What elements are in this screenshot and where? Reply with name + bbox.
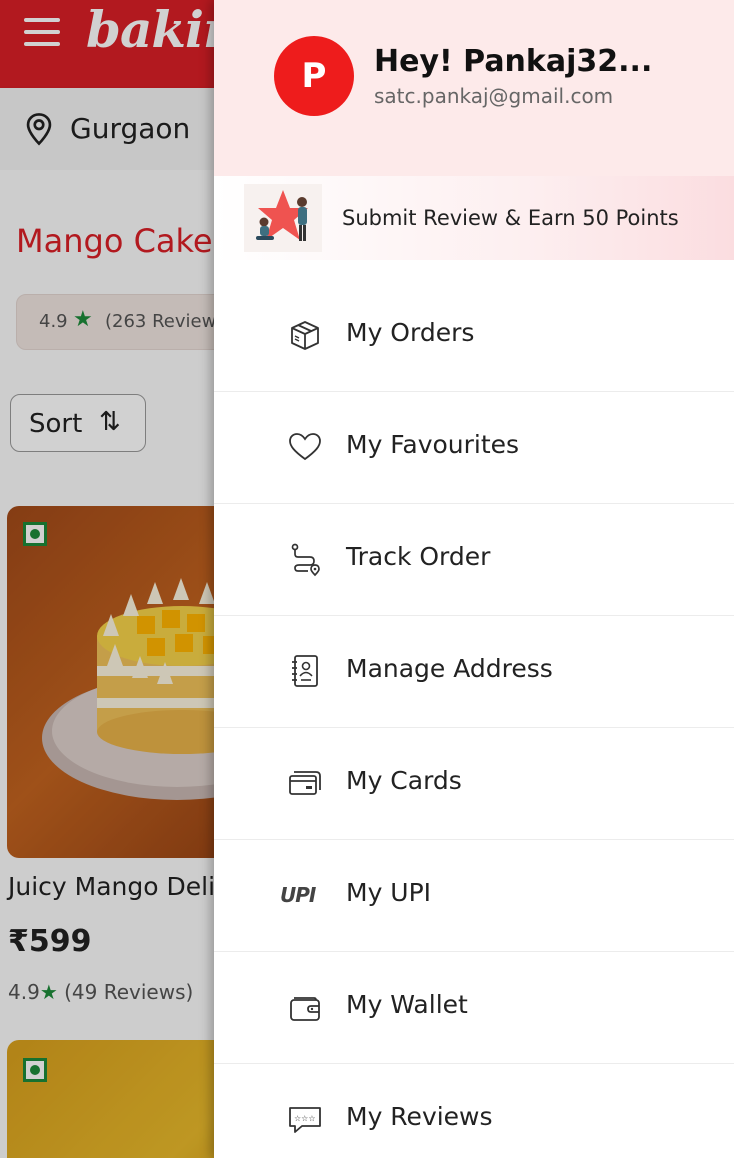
route-icon bbox=[286, 540, 324, 578]
svg-text:☆☆☆: ☆☆☆ bbox=[294, 1114, 316, 1123]
menu-item-manage-address[interactable]: Manage Address bbox=[214, 616, 734, 728]
menu-item-label: My Orders bbox=[346, 318, 475, 347]
menu-item-label: My Reviews bbox=[346, 1102, 493, 1131]
menu-item-my-cards[interactable]: My Cards bbox=[214, 728, 734, 840]
menu-item-my-wallet[interactable]: My Wallet bbox=[214, 952, 734, 1064]
menu-item-label: Track Order bbox=[346, 542, 491, 571]
navigation-drawer: P Hey! Pankaj32... satc.pankaj@gmail.com… bbox=[214, 0, 734, 1158]
menu-item-my-upi[interactable]: UPI My UPI bbox=[214, 840, 734, 952]
menu-item-track-order[interactable]: Track Order bbox=[214, 504, 734, 616]
menu-item-label: My Wallet bbox=[346, 990, 468, 1019]
address-book-icon bbox=[286, 652, 324, 690]
menu-item-label: My Favourites bbox=[346, 430, 520, 459]
box-icon bbox=[286, 316, 324, 354]
upi-icon-text: UPI bbox=[280, 883, 316, 907]
menu-item-label: My UPI bbox=[346, 878, 432, 907]
profile-header[interactable]: P Hey! Pankaj32... satc.pankaj@gmail.com bbox=[214, 0, 734, 176]
card-icon bbox=[286, 764, 324, 802]
menu-item-label: My Cards bbox=[346, 766, 462, 795]
review-promo-banner[interactable]: Submit Review & Earn 50 Points bbox=[214, 176, 734, 260]
review-illustration-icon bbox=[244, 184, 322, 252]
menu-item-my-favourites[interactable]: My Favourites bbox=[214, 392, 734, 504]
avatar[interactable]: P bbox=[274, 36, 354, 116]
review-icon: ☆☆☆ bbox=[286, 1100, 324, 1138]
menu-item-my-reviews[interactable]: ☆☆☆ My Reviews bbox=[214, 1064, 734, 1158]
menu-item-my-orders[interactable]: My Orders bbox=[214, 280, 734, 392]
user-email: satc.pankaj@gmail.com bbox=[374, 84, 614, 108]
heart-icon bbox=[286, 428, 324, 466]
drawer-menu: My Orders My Favourites Track Order Mana… bbox=[214, 280, 734, 1158]
promo-text: Submit Review & Earn 50 Points bbox=[342, 206, 679, 230]
wallet-icon bbox=[286, 988, 324, 1026]
menu-item-label: Manage Address bbox=[346, 654, 553, 683]
user-greeting: Hey! Pankaj32... bbox=[374, 44, 653, 79]
upi-icon: UPI bbox=[280, 876, 324, 914]
